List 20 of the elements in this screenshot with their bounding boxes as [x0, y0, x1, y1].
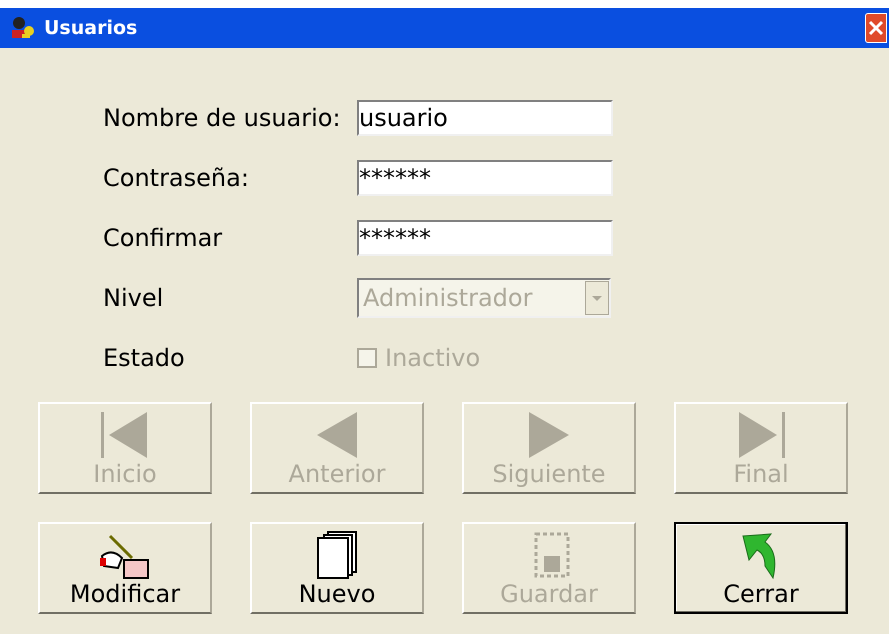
triangle-right-icon	[527, 410, 571, 460]
documents-icon	[314, 530, 360, 580]
input-field[interactable]: usuario	[357, 100, 613, 136]
field-label: Nombre de usuario:	[103, 103, 342, 134]
triangle-left-icon	[315, 410, 359, 460]
field-label: Confirmar	[103, 223, 224, 254]
action-button[interactable]: Cerrar	[674, 522, 848, 614]
input-field[interactable]: ******	[357, 220, 613, 256]
close-icon	[868, 20, 884, 36]
checkbox-label: Inactivo	[385, 343, 480, 374]
action-button[interactable]: Nuevo	[250, 522, 424, 614]
user-key-icon	[10, 16, 36, 40]
field-label: Estado	[103, 343, 186, 374]
edit-icon	[98, 534, 152, 580]
input-field[interactable]: ******	[357, 160, 613, 196]
field-label: Contraseña:	[103, 163, 250, 194]
action-button[interactable]: Modificar	[38, 522, 212, 614]
field-label: Nivel	[103, 283, 164, 314]
window-title: Usuarios	[44, 16, 138, 41]
close-button[interactable]	[865, 13, 887, 43]
